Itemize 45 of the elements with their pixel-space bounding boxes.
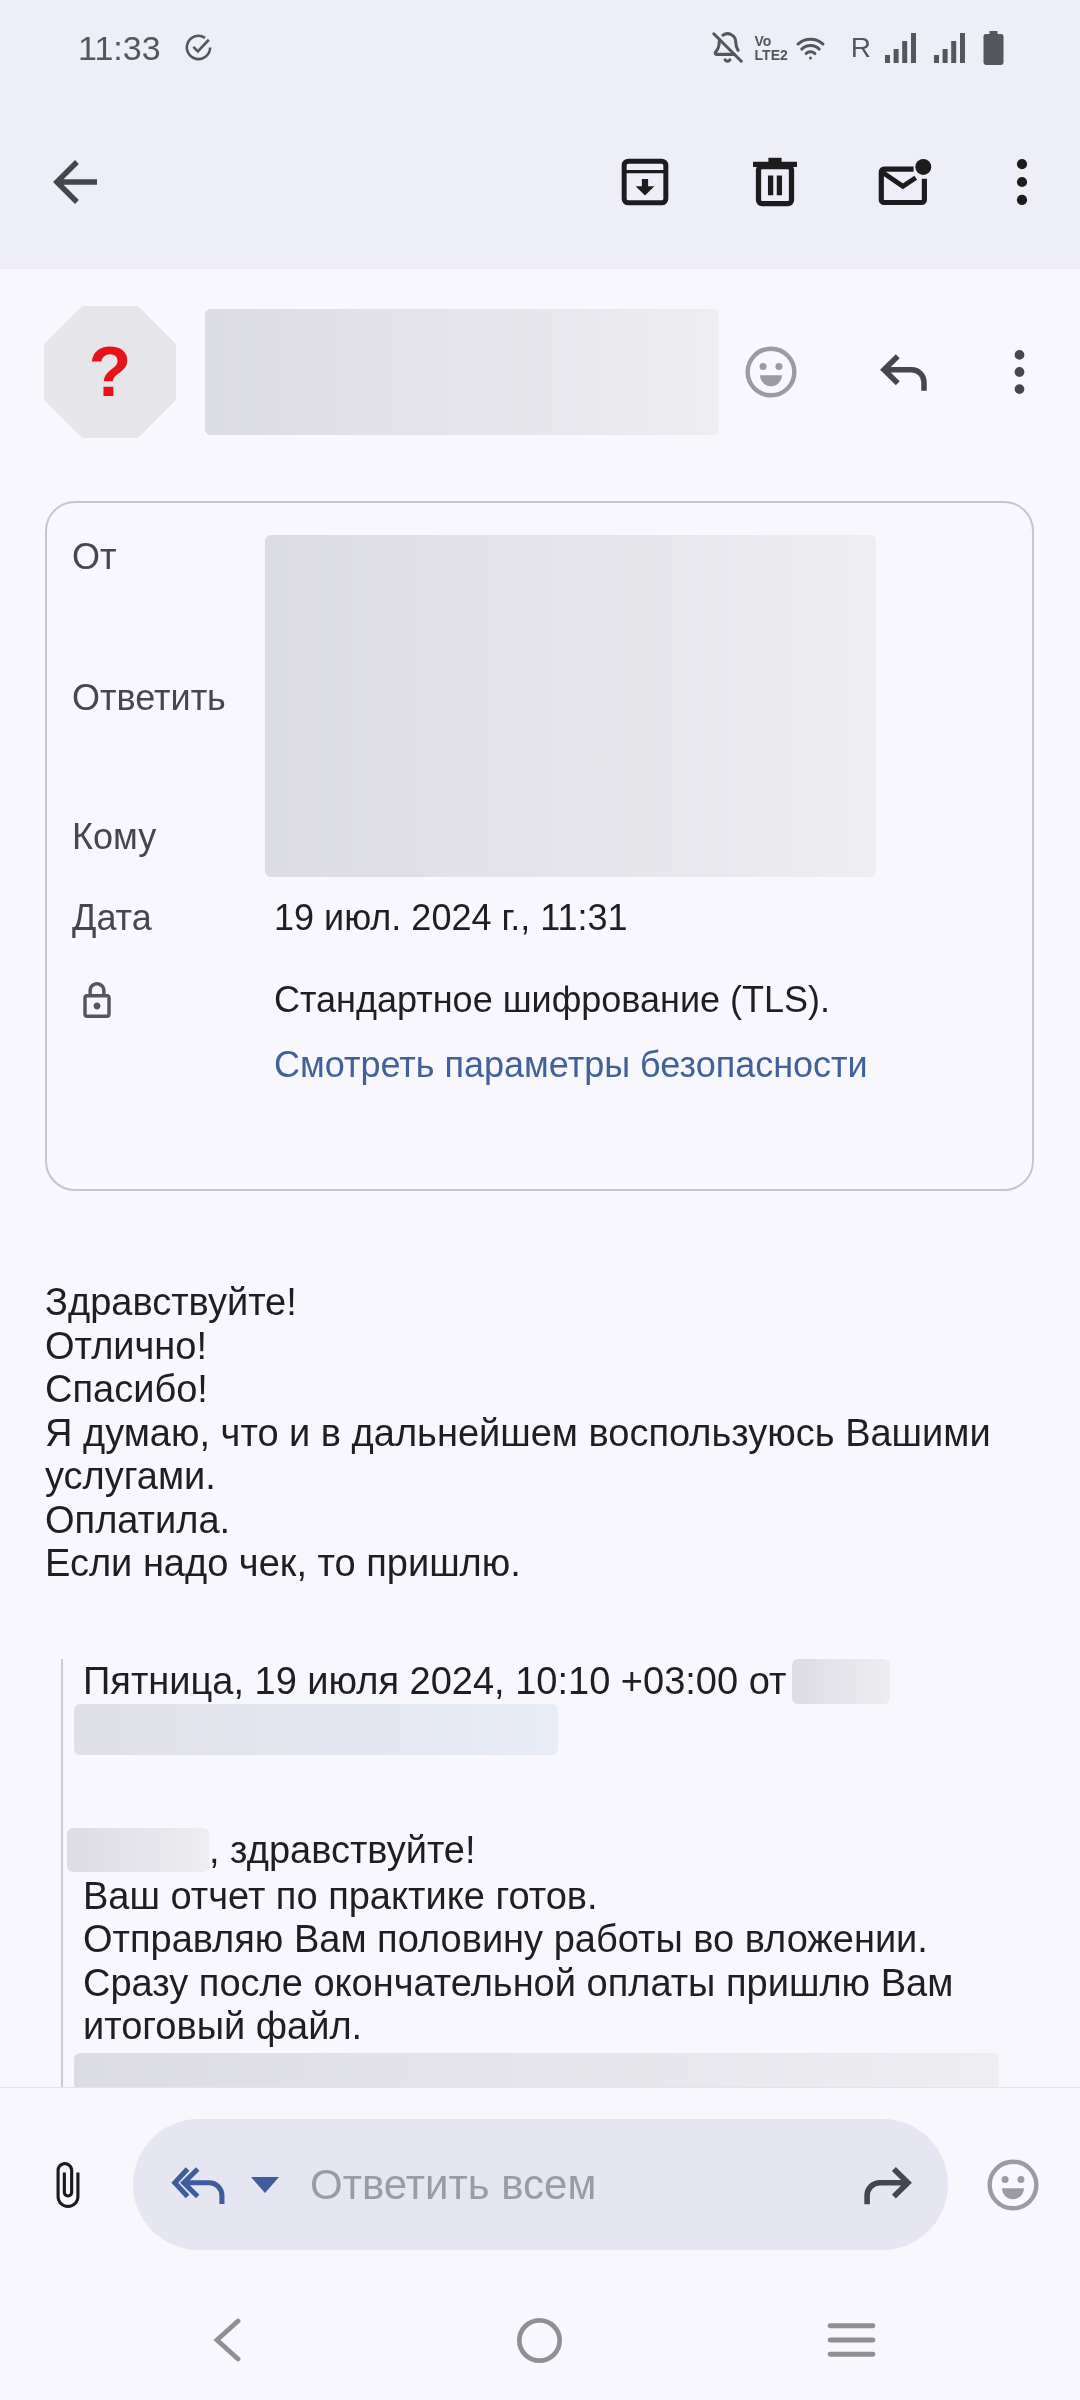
message-text: Оплатила. [45, 1498, 232, 1542]
reply-icon[interactable] [879, 352, 929, 392]
quote-header: Пятница, 19 июля 2024, 10:10 +03:00 от [83, 1659, 787, 1703]
message-text: Отлично! [45, 1324, 208, 1368]
message-text: Здравствуйте! [45, 1281, 298, 1325]
nav-back-icon[interactable] [212, 2318, 242, 2362]
quote-text: Сразу после окончательной оплаты пришлю Вам итоговый файл. [83, 1961, 955, 2049]
reply-input[interactable]: Ответить всем [310, 2159, 862, 2210]
paperclip-icon[interactable] [55, 2160, 81, 2209]
signal-icon [885, 32, 917, 63]
reply-field[interactable]: Ответить всем [133, 2119, 948, 2250]
dropdown-caret-icon[interactable] [251, 2176, 279, 2193]
quote-text: Ваш отчет по практике готов. [83, 1874, 599, 1918]
signal-icon [934, 32, 966, 63]
encryption-text: Стандартное шифрование (TLS). [274, 978, 831, 1022]
message-text: Я думаю, что и в дальнейшем воспользуюсь Вашими услугами. [45, 1411, 992, 1499]
trash-icon[interactable] [753, 157, 797, 207]
emoji-icon[interactable] [743, 344, 799, 400]
field-label: От [72, 536, 117, 577]
volte-indicator: Vo LTE2 [754, 33, 788, 62]
battery-icon [983, 30, 1004, 65]
status-time: 11:33 [78, 27, 161, 68]
quote-text: Отправляю Вам половину работы во вложении. [83, 1918, 929, 1962]
field-label: Ответить [72, 677, 226, 718]
quote-text: , здравствуйте! [209, 1827, 476, 1872]
more-icon[interactable] [1015, 159, 1029, 205]
bell-off-icon [710, 31, 744, 64]
sender-avatar: ? [44, 306, 176, 438]
forward-icon[interactable] [862, 2164, 913, 2205]
message-text: Спасибо! [45, 1368, 209, 1412]
security-settings-link[interactable]: Смотреть параметры безопасности [274, 1043, 868, 1087]
more-icon[interactable] [1012, 350, 1026, 394]
message-text: Если надо чек, то пришлю. [45, 1542, 522, 1586]
date-value: 19 июл. 2024 г., 11:31 [274, 896, 628, 940]
field-label: Дата [72, 896, 153, 940]
nav-home-icon[interactable] [515, 2316, 563, 2364]
back-arrow-icon[interactable] [53, 160, 97, 204]
lock-icon [80, 982, 114, 1018]
emoji-icon[interactable] [985, 2156, 1041, 2213]
field-label: Кому [72, 816, 157, 857]
reply-all-icon[interactable] [171, 2164, 227, 2205]
nav-recents-icon[interactable] [826, 2321, 876, 2359]
archive-icon[interactable] [620, 157, 670, 207]
roaming-indicator: R [850, 31, 871, 64]
mail-unread-icon[interactable] [877, 157, 933, 207]
